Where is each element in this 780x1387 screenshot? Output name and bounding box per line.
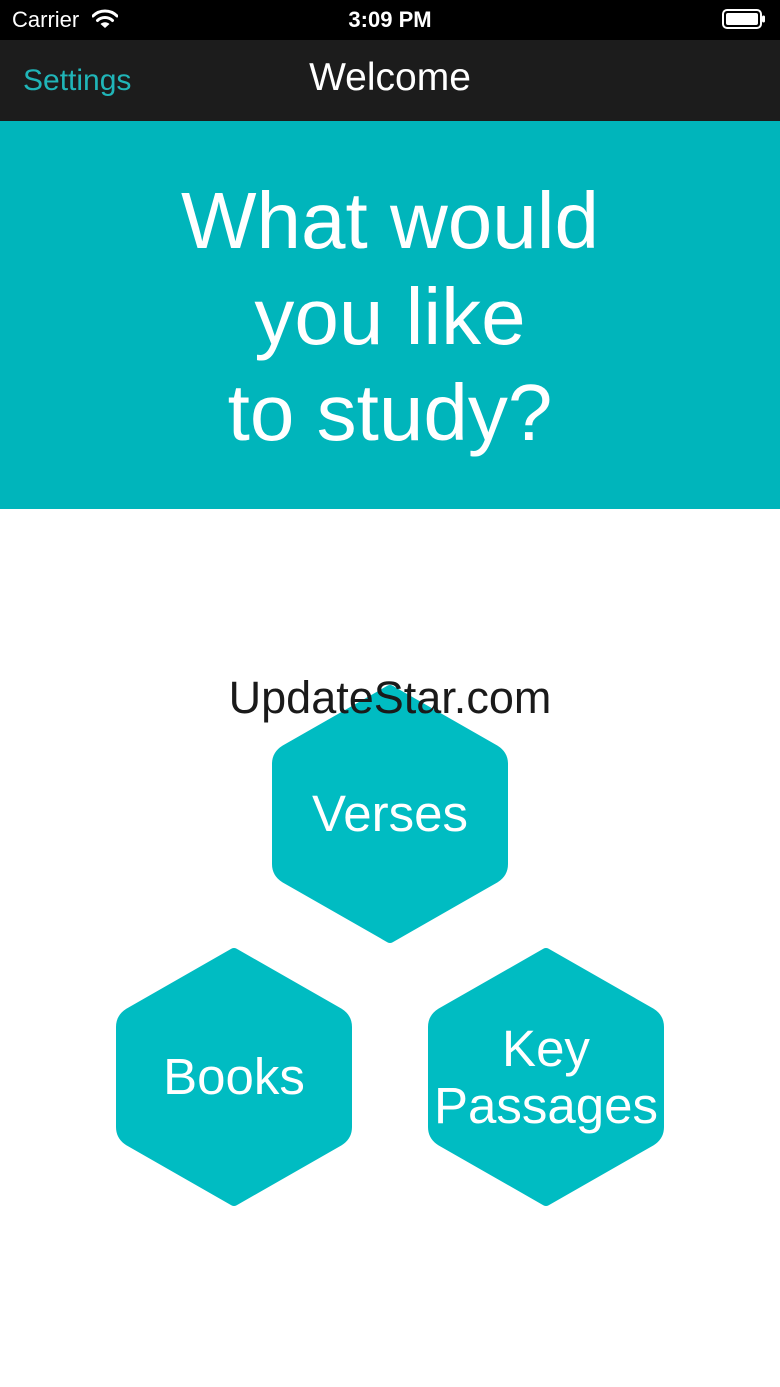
key-passages-button[interactable]: Key Passages	[427, 947, 665, 1207]
banner-line: to study?	[227, 368, 553, 457]
verses-label: Verses	[312, 785, 468, 842]
question-banner: What would you like to study?	[0, 121, 780, 509]
status-time: 3:09 PM	[348, 7, 432, 32]
verses-button[interactable]: Verses	[271, 684, 509, 944]
banner-line: you like	[254, 272, 526, 361]
key-passages-label-line2: Passages	[434, 1077, 658, 1134]
battery-icon	[722, 9, 766, 29]
navigation-bar: Settings Welcome	[0, 40, 780, 121]
key-passages-label-line1: Key	[502, 1020, 590, 1077]
banner-line: What would	[181, 176, 599, 265]
status-bar: Carrier 3:09 PM	[0, 0, 780, 40]
page-title: Welcome	[309, 56, 471, 99]
books-label: Books	[163, 1048, 305, 1105]
books-button[interactable]: Books	[115, 947, 353, 1207]
